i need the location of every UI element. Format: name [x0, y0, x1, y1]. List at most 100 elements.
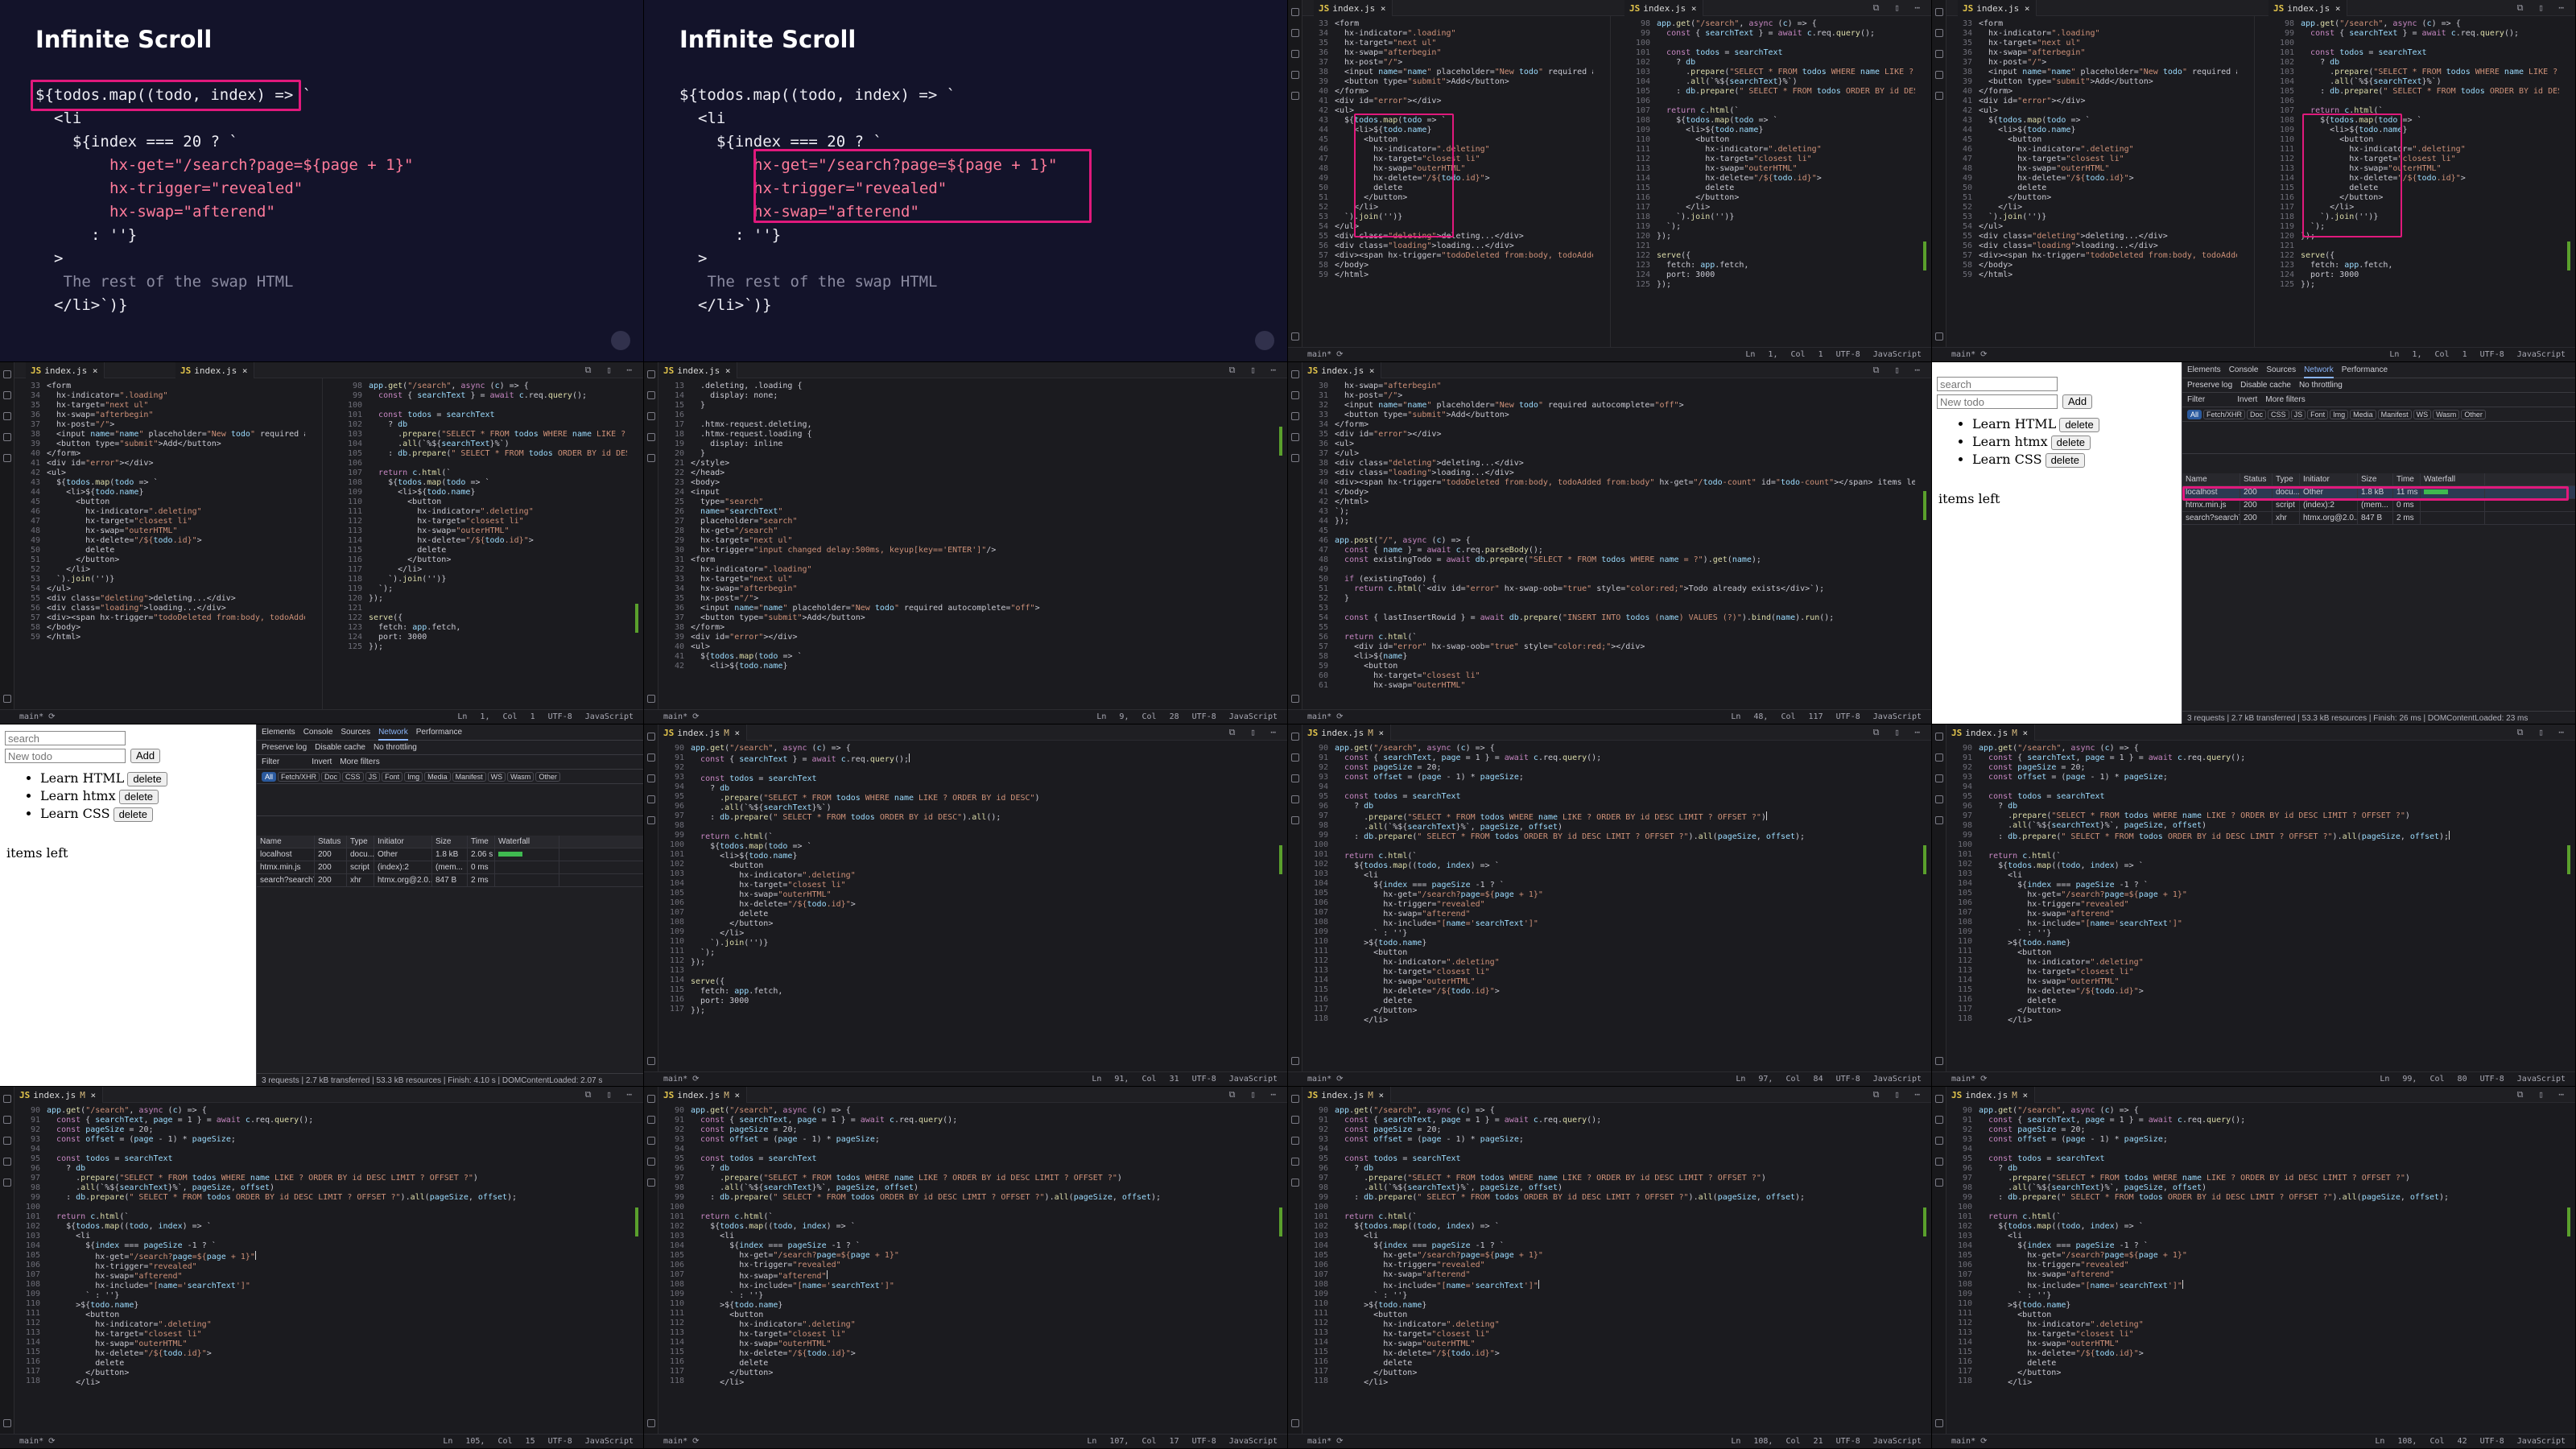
- editor-tab-index-js[interactable]: JS index.js ×: [2268, 0, 2348, 16]
- devtools-tab-console[interactable]: Console: [303, 728, 333, 737]
- encoding[interactable]: UTF-8: [1836, 350, 1860, 359]
- filter-chip[interactable]: CSS: [2268, 410, 2289, 419]
- filter-chip[interactable]: Doc: [321, 772, 341, 782]
- filter-chip[interactable]: Doc: [2247, 410, 2267, 419]
- source-control-icon[interactable]: [1935, 774, 1943, 782]
- source-control-icon[interactable]: [1291, 412, 1299, 420]
- explorer-icon[interactable]: [1935, 733, 1943, 741]
- search-icon[interactable]: [1935, 29, 1943, 37]
- close-icon[interactable]: ×: [2017, 728, 2028, 738]
- request-row[interactable]: htmx.min.js 200 script (index):2 (mem... 0 ms: [2182, 499, 2575, 512]
- explorer-icon[interactable]: [1291, 1095, 1299, 1103]
- code-content[interactable]: <form hx-indicator=".loading" hx-target=…: [47, 382, 305, 642]
- extensions-icon[interactable]: [3, 454, 11, 462]
- code-content[interactable]: app.get("/search", async (c) => { const …: [47, 1106, 627, 1388]
- source-control-icon[interactable]: [1291, 50, 1299, 58]
- filter-input[interactable]: Filter: [2187, 395, 2205, 404]
- column-header[interactable]: Name: [2182, 473, 2240, 485]
- encoding[interactable]: UTF-8: [1836, 1437, 1860, 1446]
- filter-chip[interactable]: All: [262, 772, 277, 782]
- checkbox-1[interactable]: Disable cache: [315, 743, 365, 752]
- column-header[interactable]: Type: [347, 836, 374, 848]
- settings-icon[interactable]: [1291, 695, 1299, 703]
- extensions-icon[interactable]: [1935, 1179, 1943, 1187]
- language-mode[interactable]: JavaScript: [585, 712, 634, 721]
- code-content[interactable]: app.get("/search", async (c) => { const …: [1979, 1106, 2559, 1388]
- language-mode[interactable]: JavaScript: [1229, 1075, 1278, 1084]
- language-mode[interactable]: JavaScript: [1229, 712, 1278, 721]
- editor-tab-index-js[interactable]: JS index.js M ×: [1302, 1087, 1392, 1103]
- filter-chip[interactable]: Manifest: [2377, 410, 2412, 419]
- run-debug-icon[interactable]: [1935, 1158, 1943, 1166]
- delete-button[interactable]: delete: [113, 807, 153, 822]
- request-row[interactable]: search?searchTex200xhrhtmx.org@2.0...847…: [2182, 512, 2575, 525]
- editor-tab-index-js[interactable]: JS index.js M ×: [1946, 724, 2036, 741]
- extensions-icon[interactable]: [1291, 92, 1299, 100]
- filter-chip[interactable]: JS: [2290, 410, 2306, 419]
- new-todo-input[interactable]: [1937, 394, 2058, 409]
- filter-input[interactable]: Filter: [262, 758, 279, 766]
- cursor-position[interactable]: Ln 108, Col 21: [1731, 1437, 1823, 1446]
- editor-tab-index-js[interactable]: JS index.js M ×: [658, 1087, 748, 1103]
- explorer-icon[interactable]: [3, 370, 11, 378]
- run-debug-icon[interactable]: [1291, 433, 1299, 441]
- extensions-icon[interactable]: [647, 816, 655, 824]
- delete-button[interactable]: delete: [2045, 453, 2085, 468]
- explorer-icon[interactable]: [1935, 1095, 1943, 1103]
- cursor-position[interactable]: Ln 91, Col 31: [1092, 1075, 1179, 1084]
- close-icon[interactable]: ×: [2330, 3, 2341, 14]
- search-icon[interactable]: [647, 1116, 655, 1124]
- sync-icon[interactable]: ⟳: [43, 712, 55, 721]
- column-header[interactable]: Initiator: [374, 836, 432, 848]
- filter-chip[interactable]: All: [2187, 410, 2202, 419]
- explorer-icon[interactable]: [1291, 370, 1299, 378]
- language-mode[interactable]: JavaScript: [1873, 1437, 1922, 1446]
- run-debug-icon[interactable]: [3, 1158, 11, 1166]
- filter-chip[interactable]: Font: [382, 772, 403, 782]
- search-icon[interactable]: [1291, 391, 1299, 399]
- run-debug-icon[interactable]: [1935, 795, 1943, 803]
- extensions-icon[interactable]: [1935, 92, 1943, 100]
- encoding[interactable]: UTF-8: [2480, 1437, 2504, 1446]
- cursor-position[interactable]: Ln 105, Col 15: [443, 1437, 535, 1446]
- new-todo-input[interactable]: [5, 749, 126, 763]
- branch-indicator[interactable]: main*: [19, 712, 43, 721]
- code-content[interactable]: app.get("/search", async (c) => { const …: [1335, 744, 1915, 1026]
- column-header[interactable]: Size: [2358, 473, 2393, 485]
- filter-chip[interactable]: JS: [365, 772, 381, 782]
- search-icon[interactable]: [1935, 1116, 1943, 1124]
- scrollbar-marker[interactable]: [1923, 845, 1926, 874]
- checkbox-1[interactable]: Disable cache: [2240, 381, 2291, 390]
- explorer-icon[interactable]: [3, 1095, 11, 1103]
- column-header[interactable]: Size: [432, 836, 468, 848]
- delete-button[interactable]: delete: [127, 772, 167, 786]
- encoding[interactable]: UTF-8: [1836, 712, 1860, 721]
- filter-chip[interactable]: Manifest: [452, 772, 486, 782]
- filter-chip[interactable]: WS: [2413, 410, 2432, 419]
- cursor-position[interactable]: Ln 108, Col 42: [2375, 1437, 2467, 1446]
- language-mode[interactable]: JavaScript: [2517, 1075, 2566, 1084]
- branch-indicator[interactable]: main*: [663, 1437, 687, 1446]
- devtools-tab-console[interactable]: Console: [2229, 365, 2259, 374]
- encoding[interactable]: UTF-8: [1192, 1437, 1216, 1446]
- extensions-icon[interactable]: [1291, 454, 1299, 462]
- search-icon[interactable]: [1291, 753, 1299, 762]
- sync-icon[interactable]: ⟳: [1331, 1075, 1343, 1084]
- extensions-icon[interactable]: [1935, 816, 1943, 824]
- code-content[interactable]: hx-swap="afterbegin" hx-post="/"> <input…: [1335, 382, 1915, 691]
- search-icon[interactable]: [647, 753, 655, 762]
- extensions-icon[interactable]: [3, 1179, 11, 1187]
- close-icon[interactable]: ×: [1375, 3, 1386, 14]
- scrollbar-marker[interactable]: [1279, 845, 1282, 874]
- devtools-tab-network[interactable]: Network: [378, 728, 408, 741]
- cursor-position[interactable]: Ln 9, Col 28: [1096, 712, 1179, 721]
- column-header[interactable]: Status: [315, 836, 347, 848]
- source-control-icon[interactable]: [1291, 1137, 1299, 1145]
- run-debug-icon[interactable]: [1935, 71, 1943, 79]
- checkbox-2[interactable]: Invert: [2237, 395, 2257, 404]
- scrollbar-marker[interactable]: [2567, 1208, 2570, 1236]
- cursor-position[interactable]: Ln 99, Col 80: [2380, 1075, 2467, 1084]
- filter-chip[interactable]: Fetch/XHR: [278, 772, 320, 782]
- encoding[interactable]: UTF-8: [2480, 1075, 2504, 1084]
- add-button[interactable]: Add: [130, 749, 161, 763]
